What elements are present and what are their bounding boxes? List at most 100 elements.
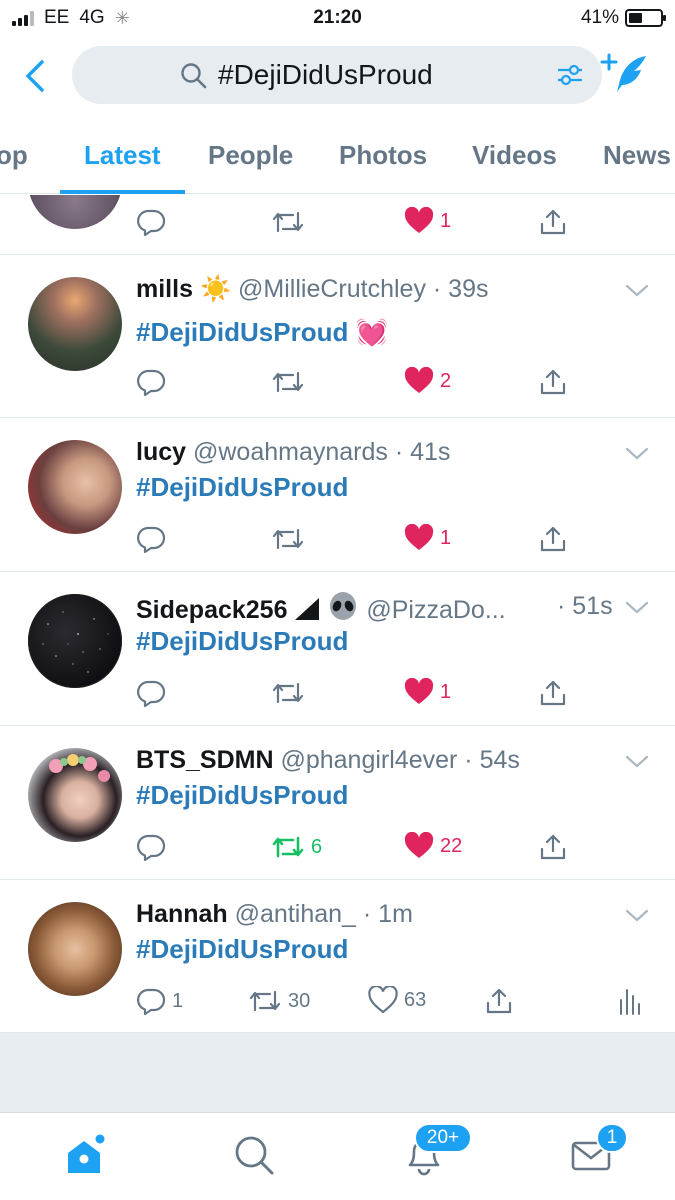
retweet-button[interactable] xyxy=(271,524,305,554)
hashtag-link[interactable]: #DejiDidUsProud xyxy=(136,934,348,964)
timestamp: 51s xyxy=(572,592,613,620)
reply-icon xyxy=(137,680,166,708)
tab-photos[interactable]: Photos xyxy=(339,140,427,171)
retweet-button[interactable]: 6 xyxy=(271,832,322,862)
avatar[interactable] xyxy=(28,902,122,996)
retweet-icon xyxy=(272,211,304,233)
tweet-text: #DejiDidUsProud xyxy=(136,626,348,657)
retweet-icon xyxy=(272,836,304,858)
hashtag-link[interactable]: #DejiDidUsProud xyxy=(136,626,348,656)
retweet-button[interactable] xyxy=(271,367,305,397)
reply-count: 1 xyxy=(172,989,184,1012)
reply-button[interactable] xyxy=(136,678,166,708)
handle[interactable]: @antihan_ xyxy=(235,900,356,928)
notifications-badge: 20+ xyxy=(414,1123,472,1153)
flower-crown-image xyxy=(49,754,110,782)
share-button[interactable] xyxy=(538,678,568,708)
compose-tweet-icon[interactable] xyxy=(600,52,650,96)
timestamp: 39s xyxy=(448,275,489,303)
avatar[interactable] xyxy=(28,594,122,688)
display-name[interactable]: mills xyxy=(136,275,193,303)
tab-latest[interactable]: Latest xyxy=(84,140,161,171)
tweet-header: lucy @woahmaynards · 41s xyxy=(136,438,451,466)
handle[interactable]: @woahmaynards xyxy=(193,438,388,466)
active-tab-indicator xyxy=(60,190,185,194)
tweet-header: mills ☀️ @MillieCrutchley · 39s xyxy=(136,275,489,303)
retweet-button[interactable]: 30 xyxy=(248,986,310,1016)
avatar[interactable] xyxy=(28,440,122,534)
like-button[interactable]: 1 xyxy=(404,207,451,235)
like-count: 2 xyxy=(440,369,452,392)
like-button[interactable]: 1 xyxy=(404,678,451,706)
share-button[interactable] xyxy=(538,832,568,862)
like-button[interactable]: 1 xyxy=(404,524,451,552)
messages-badge: 1 xyxy=(596,1123,628,1153)
heart-filled-icon xyxy=(404,207,434,233)
tab-people[interactable]: People xyxy=(208,140,293,171)
reply-button[interactable]: 1 xyxy=(136,986,183,1016)
like-button[interactable]: 22 xyxy=(404,832,462,860)
analytics-button[interactable] xyxy=(616,986,642,1016)
tweet[interactable]: 1 xyxy=(0,195,675,255)
retweet-icon xyxy=(272,371,304,393)
avatar[interactable] xyxy=(28,277,122,371)
retweet-button[interactable] xyxy=(271,207,305,237)
analytics-icon xyxy=(620,989,640,1015)
heart-filled-icon xyxy=(404,832,434,858)
share-button[interactable] xyxy=(538,524,568,554)
share-icon xyxy=(540,369,566,395)
tweet[interactable]: mills ☀️ @MillieCrutchley · 39s #DejiDid… xyxy=(0,255,675,418)
tweet-header: Hannah @antihan_ · 1m xyxy=(136,900,413,928)
timestamp: 1m xyxy=(378,900,413,928)
handle[interactable]: @MillieCrutchley xyxy=(238,275,426,303)
handle[interactable]: @PizzaDo... xyxy=(366,596,505,624)
timestamp: 54s xyxy=(479,746,520,774)
chevron-down-icon[interactable] xyxy=(625,600,649,616)
share-button[interactable] xyxy=(538,367,568,397)
share-button[interactable] xyxy=(484,986,514,1016)
like-button[interactable]: 2 xyxy=(404,367,451,395)
share-icon xyxy=(540,526,566,552)
reply-button[interactable] xyxy=(136,367,166,397)
reply-button[interactable] xyxy=(136,524,166,554)
tweet[interactable]: BTS_SDMN @phangirl4ever · 54s #DejiDidUs… xyxy=(0,726,675,880)
reply-icon xyxy=(137,369,166,397)
tab-news[interactable]: News xyxy=(603,140,671,171)
handle[interactable]: @phangirl4ever xyxy=(280,746,457,774)
chevron-down-icon[interactable] xyxy=(625,446,649,462)
chevron-down-icon[interactable] xyxy=(625,754,649,770)
tweet-feed[interactable]: 1 mills ☀️ @MillieCrutchley · 39s #DejiD… xyxy=(0,195,675,1033)
back-button[interactable] xyxy=(20,56,50,96)
display-name[interactable]: Hannah xyxy=(136,900,228,928)
avatar[interactable] xyxy=(28,195,122,229)
clock: 21:20 xyxy=(313,7,362,28)
share-button[interactable] xyxy=(538,207,568,237)
reply-icon xyxy=(137,209,166,237)
filter-icon[interactable] xyxy=(556,62,584,88)
tweet[interactable]: Hannah @antihan_ · 1m #DejiDidUsProud 1 … xyxy=(0,880,675,1033)
like-button[interactable]: 63 xyxy=(368,986,426,1014)
retweet-button[interactable] xyxy=(271,678,305,708)
hashtag-link[interactable]: #DejiDidUsProud xyxy=(136,780,348,810)
tab-top[interactable]: op xyxy=(0,140,28,171)
tweet-text: #DejiDidUsProud 💓 xyxy=(136,317,388,348)
search-input[interactable]: #DejiDidUsProud xyxy=(72,46,602,104)
reply-button[interactable] xyxy=(136,207,166,237)
heart-outline-icon xyxy=(368,986,398,1014)
chevron-down-icon[interactable] xyxy=(625,908,649,924)
tweet[interactable]: Sidepack256 @PizzaDo... · 51s #DejiDidUs… xyxy=(0,572,675,726)
home-tab[interactable] xyxy=(64,1133,108,1182)
chevron-down-icon[interactable] xyxy=(625,283,649,299)
display-name[interactable]: BTS_SDMN xyxy=(136,746,274,774)
search-tab[interactable] xyxy=(232,1133,276,1182)
tweet-header: BTS_SDMN @phangirl4ever · 54s xyxy=(136,746,520,774)
tab-videos[interactable]: Videos xyxy=(472,140,557,171)
like-count: 1 xyxy=(440,680,452,703)
reply-button[interactable] xyxy=(136,832,166,862)
avatar[interactable] xyxy=(28,748,122,842)
hashtag-link[interactable]: #DejiDidUsProud xyxy=(136,472,348,502)
hashtag-link[interactable]: #DejiDidUsProud xyxy=(136,317,348,347)
display-name[interactable]: lucy xyxy=(136,438,186,466)
tweet[interactable]: lucy @woahmaynards · 41s #DejiDidUsProud… xyxy=(0,418,675,572)
display-name[interactable]: Sidepack256 xyxy=(136,596,288,624)
